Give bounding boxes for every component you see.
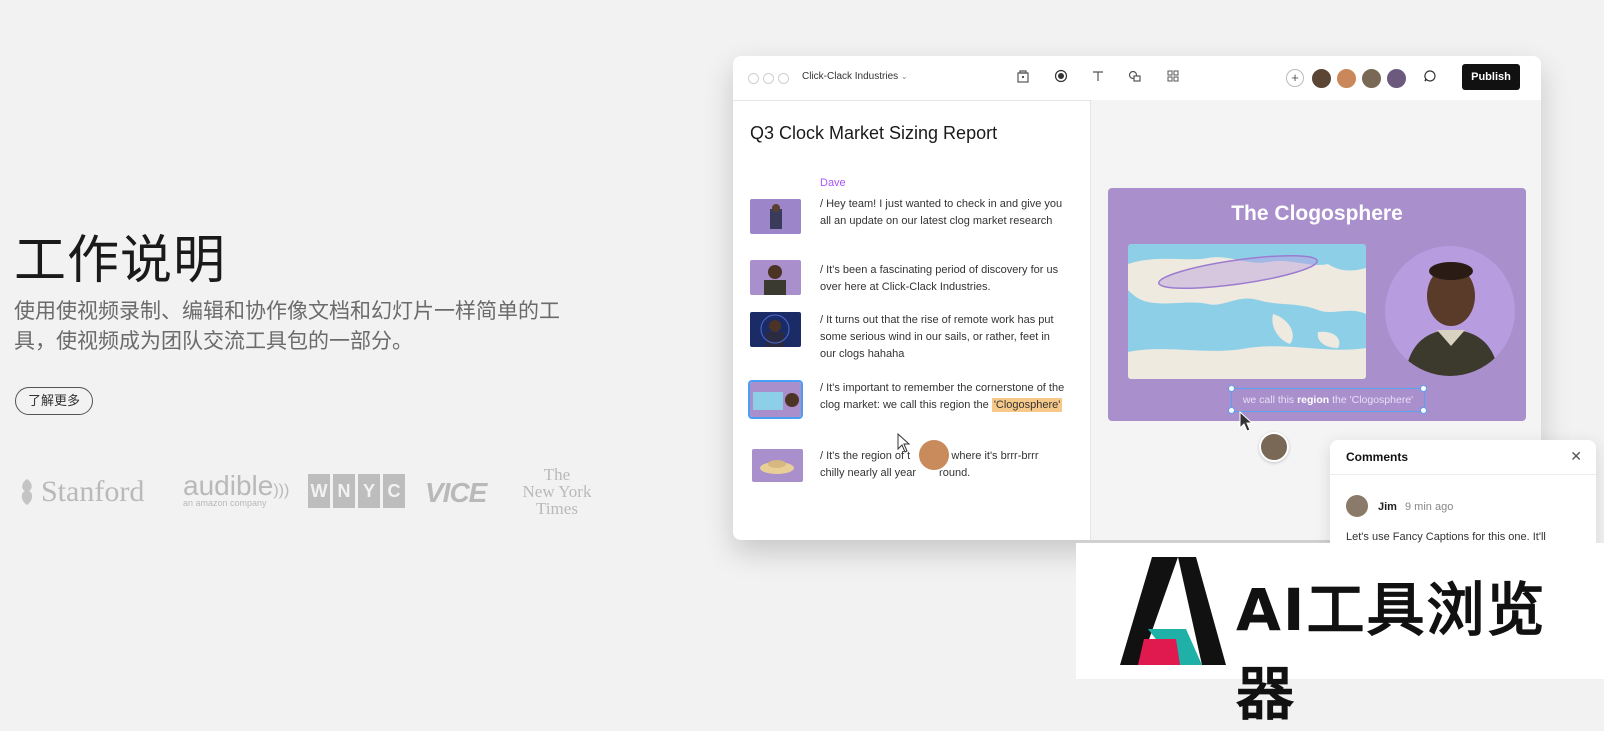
wnyc-letter: W: [308, 474, 330, 508]
scene-thumbnail[interactable]: [750, 260, 801, 295]
close-icon[interactable]: ✕: [1570, 448, 1582, 465]
script-line[interactable]: / Hey team! I just wanted to check in an…: [820, 196, 1065, 230]
wnyc-letter: Y: [358, 474, 380, 508]
shapes-icon[interactable]: [1126, 69, 1144, 87]
watermark-text: AI工具浏览器: [1236, 576, 1547, 728]
window-maximize-dot[interactable]: [778, 73, 789, 84]
document-title[interactable]: Q3 Clock Market Sizing Report: [750, 123, 997, 144]
publish-button[interactable]: Publish: [1462, 64, 1520, 90]
wnyc-letter: N: [333, 474, 355, 508]
scene-thumbnail-selected[interactable]: [748, 380, 803, 419]
presenter-portrait[interactable]: [1385, 246, 1515, 376]
vice-logo: VICE: [425, 477, 487, 508]
add-collaborator-button[interactable]: +: [1286, 69, 1304, 87]
slide-caption[interactable]: we call this region the 'Clogosphere': [1231, 388, 1425, 412]
script-line-text: chilly nearly all year: [820, 467, 916, 479]
avatar: [1346, 495, 1368, 517]
window-close-dot[interactable]: [748, 73, 759, 84]
workspace-name: Click-Clack Industries: [802, 71, 899, 82]
resize-handle[interactable]: [1228, 385, 1235, 392]
script-line[interactable]: / It's important to remember the corners…: [820, 380, 1065, 414]
resize-handle[interactable]: [1228, 407, 1235, 414]
world-map[interactable]: [1128, 244, 1366, 379]
comments-panel: Comments ✕ Jim 9 min ago Let's use Fancy…: [1330, 440, 1596, 560]
caption-bold-word: region: [1297, 394, 1330, 406]
app-toolbar: Click-Clack Industries ⌄ + Publish: [733, 56, 1541, 101]
comment-icon[interactable]: [1421, 69, 1439, 87]
nyt-line: The: [543, 465, 571, 484]
cursor-icon: [1239, 411, 1254, 432]
scene-thumbnail[interactable]: [750, 312, 801, 347]
script-line[interactable]: / It's been a fascinating period of disc…: [820, 262, 1065, 296]
record-icon[interactable]: [1052, 69, 1070, 87]
avatar[interactable]: [1311, 68, 1332, 89]
nyt-line: New York: [522, 482, 592, 501]
wnyc-letter: C: [383, 474, 405, 508]
window-minimize-dot[interactable]: [763, 73, 774, 84]
workspace-selector[interactable]: Click-Clack Industries ⌄: [802, 71, 908, 82]
audible-logo-text: audible: [183, 470, 274, 501]
watermark-banner: AI工具浏览器: [1076, 543, 1604, 728]
ai-logo-icon: [1120, 557, 1226, 665]
caption-text: the 'Clogosphere': [1329, 394, 1414, 406]
resize-handle[interactable]: [1420, 407, 1427, 414]
audible-logo-subtitle: an amazon company: [183, 498, 267, 508]
avatar[interactable]: [1336, 68, 1357, 89]
comment-text: Let's use Fancy Captions for this one. I…: [1346, 531, 1546, 543]
hero-description: 使用使视频录制、编辑和协作像文档和幻灯片一样简单的工具，使视频成为团队交流工具包…: [14, 299, 560, 353]
learn-more-button[interactable]: 了解更多: [15, 387, 94, 415]
hero-title: 工作说明: [14, 231, 227, 291]
nyt-logo: The New York Times: [522, 466, 592, 517]
storage-icon[interactable]: [1014, 69, 1032, 87]
wnyc-logo: W N Y C: [308, 474, 405, 508]
script-line-text: rld where it's brrr-brrr: [936, 450, 1039, 462]
collaborator-avatar[interactable]: [1259, 432, 1289, 462]
comment-author: Jim: [1378, 501, 1397, 513]
nyt-line: Times: [536, 499, 578, 518]
chevron-down-icon: ⌄: [900, 72, 908, 81]
scene-thumbnail[interactable]: [752, 449, 803, 482]
comment-time: 9 min ago: [1405, 501, 1454, 513]
script-line-text: / It's the region of t: [820, 450, 911, 462]
resize-handle[interactable]: [1420, 385, 1427, 392]
caption-text: we call this: [1242, 394, 1298, 406]
stanford-logo-text: Stanford: [41, 475, 145, 508]
scene-thumbnail[interactable]: [750, 199, 801, 234]
script-line[interactable]: / It turns out that the rise of remote w…: [820, 312, 1065, 363]
text-icon[interactable]: [1089, 69, 1107, 87]
stanford-tree-icon: [21, 479, 33, 505]
slide-canvas[interactable]: The Clogosphere we call this region the …: [1108, 188, 1526, 421]
stanford-logo: Stanford: [17, 475, 144, 509]
collaborator-avatar[interactable]: [917, 438, 951, 472]
divider: [1330, 474, 1596, 475]
avatar[interactable]: [1386, 68, 1407, 89]
slide-title[interactable]: The Clogosphere: [1108, 202, 1526, 226]
audible-logo: audible))) an amazon company: [183, 470, 290, 508]
comments-header: Comments: [1346, 450, 1409, 464]
highlighted-word[interactable]: 'Clogosphere': [991, 398, 1063, 412]
avatar[interactable]: [1361, 68, 1382, 89]
speaker-name: Dave: [820, 177, 846, 189]
grid-icon[interactable]: [1164, 69, 1182, 87]
